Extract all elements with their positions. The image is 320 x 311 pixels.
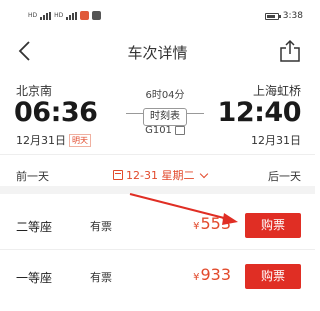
- travel-duration: 6时04分: [145, 90, 185, 101]
- status-icons-left: HD HD: [28, 11, 102, 20]
- price-amount: 553: [200, 214, 231, 233]
- departure-date: 12月31日: [16, 134, 66, 147]
- date-picker-button[interactable]: 12-31 星期二: [113, 167, 209, 183]
- seat-price: ¥ 933: [193, 265, 231, 284]
- share-icon: [280, 39, 300, 62]
- nav-header: 车次详情: [0, 30, 315, 74]
- status-time: 3:38: [282, 11, 303, 21]
- seat-availability: 有票: [90, 271, 112, 284]
- currency-symbol: ¥: [193, 221, 200, 232]
- train-info: 北京南 06:36 12月31日 明天 6时04分 时刻表 G101 上海虹桥 …: [0, 74, 315, 154]
- calendar-icon: [113, 170, 123, 180]
- arrival-time: 12:40: [217, 97, 302, 128]
- page-title: 车次详情: [127, 44, 188, 62]
- app-notification-icon: [80, 11, 90, 20]
- currency-symbol: ¥: [193, 272, 200, 283]
- departure-date-row: 12月31日 明天: [16, 132, 91, 148]
- buy-ticket-button[interactable]: 购票: [245, 213, 301, 238]
- signal-icon-2: [66, 11, 78, 20]
- train-number-row: G101: [120, 125, 210, 136]
- buy-ticket-button[interactable]: 购票: [245, 264, 301, 289]
- seat-row-first-class: 一等座 有票 ¥ 933 购票: [0, 255, 315, 301]
- timetable-button[interactable]: 时刻表: [143, 108, 187, 126]
- journey-middle: 6时04分 时刻表 G101: [120, 86, 210, 136]
- status-icons-right: 3:38: [264, 11, 303, 21]
- seat-availability: 有票: [90, 220, 112, 233]
- day-tag-badge: 明天: [69, 133, 91, 147]
- price-amount: 933: [200, 265, 231, 284]
- previous-day-button[interactable]: 前一天: [16, 168, 49, 184]
- shield-icon: [92, 11, 102, 20]
- chevron-down-icon: [200, 169, 209, 178]
- seat-class-name: 一等座: [16, 271, 53, 285]
- schedule-row: 时刻表: [120, 104, 210, 126]
- seat-row-second-class: 二等座 有票 ¥ 553 购票: [0, 204, 315, 250]
- signal-2-label: HD: [54, 11, 64, 19]
- status-bar: HD HD 3:38: [0, 0, 315, 30]
- date-selector-bar: 前一天 12-31 星期二 后一天: [0, 154, 315, 194]
- train-number: G101: [145, 125, 172, 136]
- selected-date: 12-31 星期二: [126, 169, 195, 182]
- train-type-icon: [174, 126, 185, 135]
- seat-price: ¥ 553: [193, 214, 231, 233]
- battery-icon: [264, 12, 281, 20]
- signal-1-label: HD: [28, 11, 38, 19]
- departure-time: 06:36: [14, 97, 98, 128]
- signal-icon: [40, 11, 52, 20]
- seat-class-name: 二等座: [16, 220, 53, 234]
- next-day-button[interactable]: 后一天: [268, 168, 301, 184]
- share-button[interactable]: [279, 39, 301, 63]
- arrival-date: 12月31日: [251, 134, 301, 147]
